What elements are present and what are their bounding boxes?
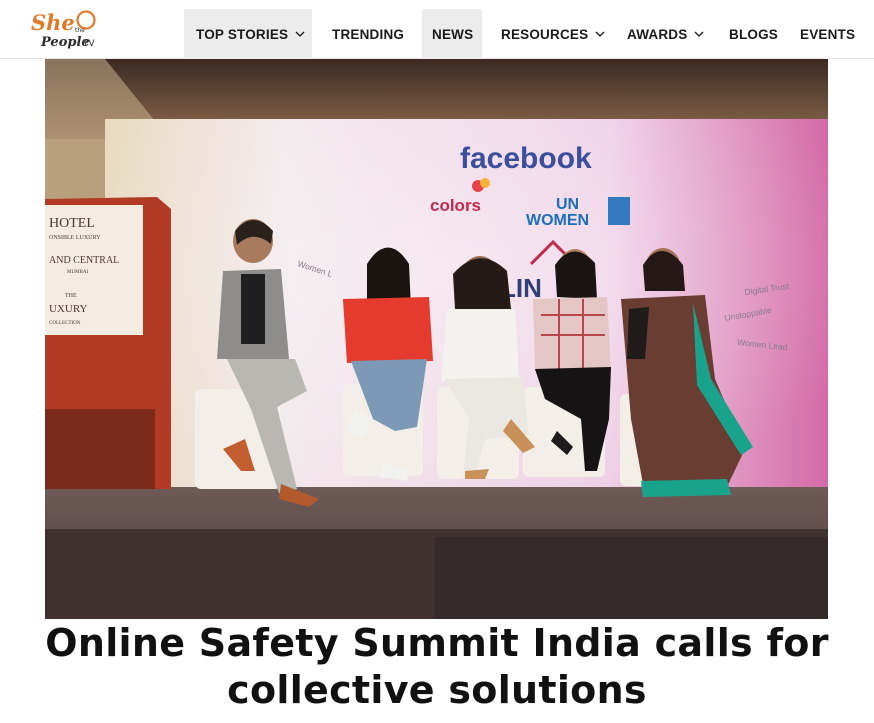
backdrop-facebook-text: facebook: [460, 142, 592, 175]
logo-ring-icon: [76, 10, 96, 30]
nav-label-blogs: BLOGS: [729, 26, 779, 42]
nav-label-top-stories: TOP STORIES: [196, 26, 289, 42]
nav-label-trending: TRENDING: [332, 26, 405, 42]
nav-label-events: EVENTS: [800, 26, 856, 42]
backdrop-women-text: WOMEN: [526, 212, 589, 229]
nav-item-resources[interactable]: RESOURCES: [482, 9, 608, 59]
chevron-down-icon: [295, 31, 305, 37]
article-hero-image: facebook colors UN WOMEN LIN Women L Uns…: [45, 59, 828, 619]
chevron-down-icon: [595, 31, 605, 37]
nav-item-news[interactable]: NEWS: [422, 9, 482, 59]
site-header: She the People TV TOP STORIES TRENDING N…: [0, 0, 874, 59]
chevron-down-icon: [694, 31, 704, 37]
nav-item-events[interactable]: EVENTS: [791, 9, 871, 59]
article-title: Online Safety Summit India calls for col…: [45, 621, 829, 712]
podium-line-6: UXURY: [49, 303, 88, 315]
podium-line-7: COLLECTION: [49, 321, 81, 326]
nav-label-resources: RESOURCES: [501, 26, 589, 42]
site-logo[interactable]: She the People TV: [30, 8, 98, 52]
nav-label-awards: AWARDS: [627, 26, 688, 42]
podium-line-4: MUMBAI: [67, 270, 88, 275]
panel-photo: facebook colors UN WOMEN LIN Women L Uns…: [45, 59, 828, 619]
main-nav: TOP STORIES TRENDING NEWS RESOURCES AWAR…: [184, 9, 871, 59]
backdrop-colors-text: colors: [430, 196, 481, 215]
backdrop-un-text: UN: [556, 196, 579, 213]
nav-item-awards[interactable]: AWARDS: [608, 9, 714, 59]
nav-item-trending[interactable]: TRENDING: [312, 9, 422, 59]
nav-item-blogs[interactable]: BLOGS: [714, 9, 791, 59]
logo-tv-text: TV: [82, 39, 95, 49]
podium: HOTEL ONSIBLE LUXURY AND CENTRAL MUMBAI …: [45, 197, 171, 489]
nav-item-top-stories[interactable]: TOP STORIES: [184, 9, 312, 59]
logo-she-text: She: [31, 10, 75, 35]
podium-line-1: HOTEL: [49, 216, 95, 231]
nav-label-news: NEWS: [432, 26, 474, 42]
podium-line-2: ONSIBLE LUXURY: [49, 235, 101, 241]
podium-line-3: AND CENTRAL: [49, 255, 119, 266]
logo-mark: She the People TV: [31, 10, 96, 50]
logo-the-text: the: [75, 27, 85, 34]
podium-line-5: THE: [65, 293, 77, 299]
